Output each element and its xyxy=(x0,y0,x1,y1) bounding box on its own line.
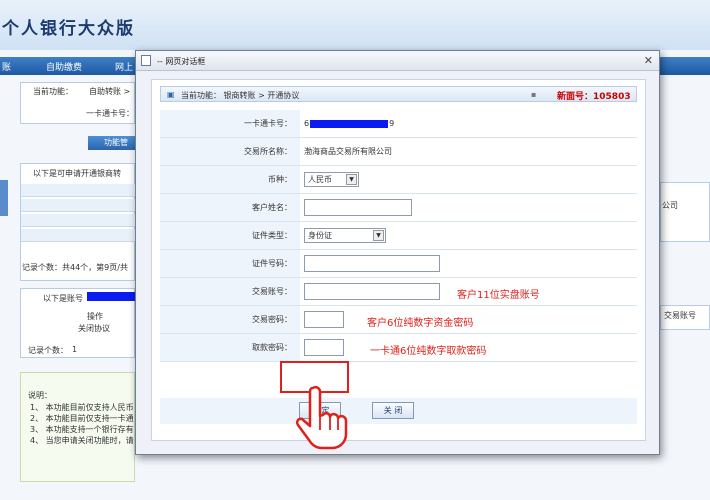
page-icon xyxy=(141,55,151,66)
table-row xyxy=(21,214,135,227)
bank-header: 个人银行大众版 xyxy=(0,0,710,50)
id-type-select[interactable]: 身份证 ▼ xyxy=(304,228,386,243)
page-number: 新面号：105803 xyxy=(557,92,631,102)
pointing-hand-icon xyxy=(295,385,348,450)
withdraw-pwd-label: 取款密码： xyxy=(160,334,300,361)
row-id-no: 证件号码： xyxy=(160,250,637,278)
web-dialog: -- 网页对话框 ✕ ▣ 当前功能： 银商转账 > 开通协议 ▪ 新面号：105… xyxy=(135,50,660,455)
trade-pwd-label: 交易密码： xyxy=(160,306,300,333)
bullet-icon: ▪ xyxy=(531,90,537,99)
currency-select[interactable]: 人民币 ▼ xyxy=(304,172,359,187)
dialog-titlebar[interactable]: -- 网页对话框 ✕ xyxy=(136,51,659,71)
bg-note-1: 1、 本功能目前仅支持人民币 xyxy=(30,403,134,412)
bg-card-label: 一卡通卡号： xyxy=(86,109,134,118)
close-protocol-link[interactable]: 关闭协议 xyxy=(78,323,110,334)
button-row: 确 定 关 闭 xyxy=(160,398,637,424)
row-exchange: 交易所名称： 渤海商品交易所有限公司 xyxy=(160,138,637,166)
bg-current-func: 自助转账 > xyxy=(89,87,131,96)
row-trade-pwd: 交易密码： 客户6位纯数字资金密码 xyxy=(160,306,637,334)
left-collapse-tab[interactable] xyxy=(0,180,8,216)
bg-right-panel xyxy=(660,182,710,242)
row-withdraw-pwd: 取款密码： 一卡通6位纯数字取款密码 xyxy=(160,334,637,362)
redaction-bar xyxy=(310,119,389,128)
bg-col-op: 操作 xyxy=(87,312,103,321)
bg-record-count2-val: 1 xyxy=(72,345,78,354)
bg-right-col-2: 交易账号 xyxy=(664,311,696,320)
card-label: 一卡通卡号： xyxy=(160,110,300,137)
bg-current-func-label: 当前功能： xyxy=(33,87,73,96)
trade-account-input[interactable] xyxy=(304,283,440,300)
chevron-down-icon: ▼ xyxy=(346,174,357,185)
bank-title: 个人银行大众版 xyxy=(2,19,135,39)
chevron-down-icon: ▼ xyxy=(373,230,384,241)
table-row xyxy=(21,199,135,212)
func-header: ▣ 当前功能： 银商转账 > 开通协议 ▪ 新面号：105803 xyxy=(160,86,637,102)
annotation-trade-acct: 客户11位实盘账号 xyxy=(457,290,540,301)
bg-note-2: 2、 本功能目前仅支持一卡通 xyxy=(30,414,134,423)
close-button[interactable]: 关 闭 xyxy=(372,402,414,419)
table-row xyxy=(21,229,135,242)
dialog-body: ▣ 当前功能： 银商转账 > 开通协议 ▪ 新面号：105803 一卡通卡号： … xyxy=(151,79,646,441)
nav-item-0[interactable]: 账 xyxy=(2,60,11,73)
func-label: 当前功能： 银商转账 > 开通协议 xyxy=(181,91,300,100)
annotation-trade-pwd: 客户6位纯数字资金密码 xyxy=(367,318,474,329)
bg-note-4: 4、 当您申请关闭功能时，请 xyxy=(30,436,134,445)
exchange-value: 渤海商品交易所有限公司 xyxy=(304,147,392,156)
id-type-label: 证件类型： xyxy=(160,222,300,249)
table-row xyxy=(21,184,135,197)
bg-notes-title: 说明： xyxy=(28,391,52,400)
name-label: 客户姓名： xyxy=(160,194,300,221)
withdraw-password-input[interactable] xyxy=(304,339,344,356)
id-no-label: 证件号码： xyxy=(160,250,300,277)
bg-account-title: 以下是账号 xyxy=(43,294,83,303)
id-number-input[interactable] xyxy=(304,255,440,272)
row-currency: 币种： 人民币 ▼ xyxy=(160,166,637,194)
row-id-type: 证件类型： 身份证 ▼ xyxy=(160,222,637,250)
trade-password-input[interactable] xyxy=(304,311,344,328)
bg-record-count2: 记录个数： xyxy=(28,346,68,355)
bg-right-col-1: 公司 xyxy=(662,201,678,210)
row-trade-acct: 交易账号： 客户11位实盘账号 xyxy=(160,278,637,306)
trade-acct-label: 交易账号： xyxy=(160,278,300,305)
nav-item-online[interactable]: 网上 xyxy=(115,60,133,73)
close-icon[interactable]: ✕ xyxy=(644,54,653,67)
bg-list-title: 以下是可申请开通银商转 xyxy=(33,169,121,178)
annotation-withdraw-pwd: 一卡通6位纯数字取款密码 xyxy=(370,346,487,357)
bg-record-count: 记录个数：共44个，第9页/共 xyxy=(22,263,128,272)
redaction-bar xyxy=(87,292,135,301)
doc-icon: ▣ xyxy=(167,90,175,99)
currency-label: 币种： xyxy=(160,166,300,193)
bg-note-3: 3、 本功能支持一个银行存有 xyxy=(30,425,134,434)
exchange-label: 交易所名称： xyxy=(160,138,300,165)
card-value: 69 xyxy=(304,119,395,128)
customer-name-input[interactable] xyxy=(304,199,412,216)
dialog-title: -- 网页对话框 xyxy=(157,57,206,66)
nav-item-autopay[interactable]: 自助缴费 xyxy=(46,60,82,73)
row-card: 一卡通卡号： 69 xyxy=(160,110,637,138)
row-name: 客户姓名： xyxy=(160,194,637,222)
